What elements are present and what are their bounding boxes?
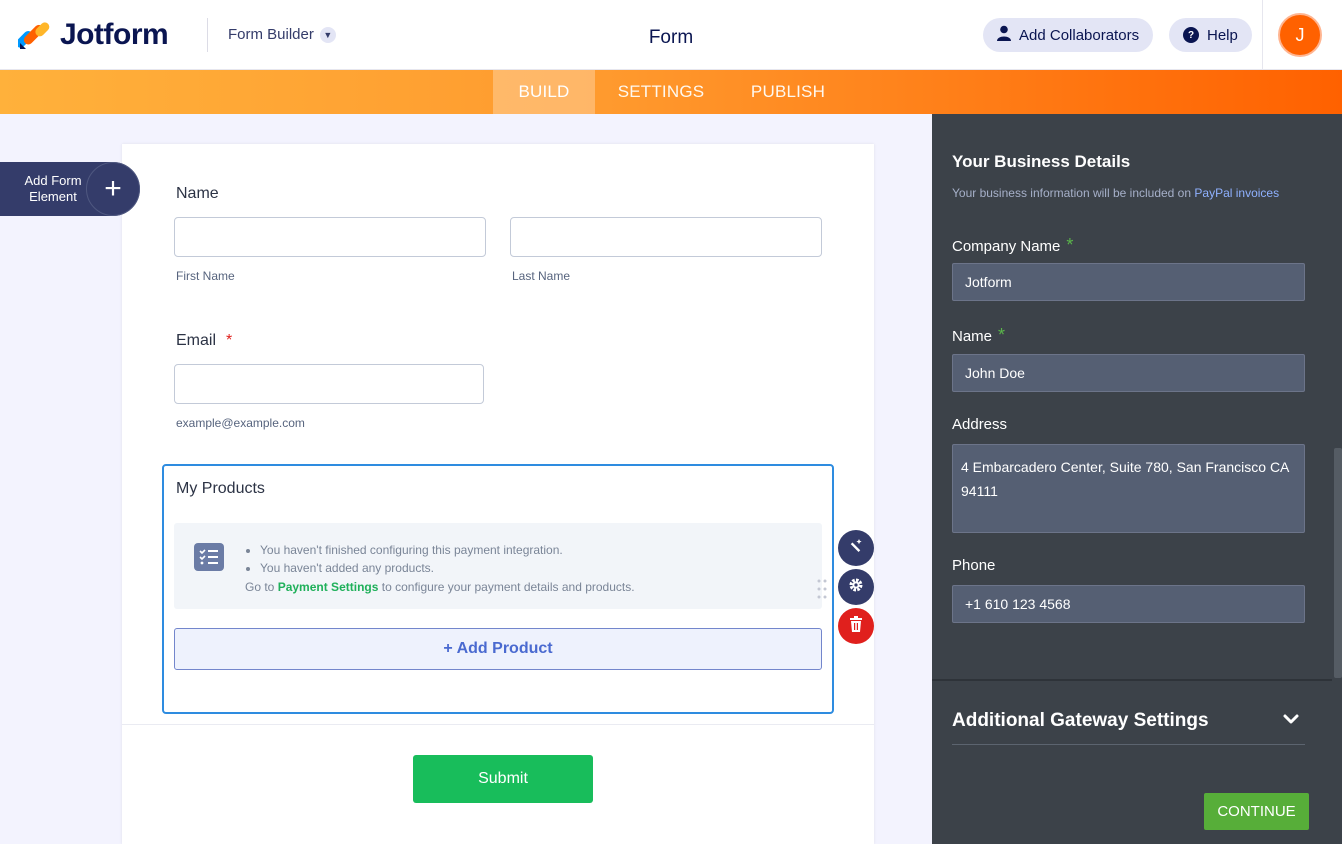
- add-collaborators-button[interactable]: Add Collaborators: [983, 18, 1154, 52]
- email-input[interactable]: [174, 364, 484, 404]
- panel-scrollbar[interactable]: [1332, 114, 1342, 844]
- help-label: Help: [1207, 26, 1238, 44]
- avatar[interactable]: J: [1278, 13, 1322, 57]
- notice-item: You haven't added any products.: [260, 559, 563, 577]
- drag-handle-icon[interactable]: [816, 578, 828, 600]
- required-star-icon: *: [998, 325, 1006, 345]
- form-builder-dropdown[interactable]: Form Builder ▼: [228, 26, 336, 43]
- list-check-icon: [194, 543, 224, 571]
- products-title: My Products: [176, 480, 265, 497]
- continue-button[interactable]: CONTINUE: [1204, 793, 1309, 830]
- phone-label: Phone: [952, 557, 996, 574]
- last-name-input[interactable]: [510, 217, 822, 257]
- add-element-line2: Element: [29, 189, 77, 204]
- panel-divider: [932, 679, 1332, 681]
- address-label: Address: [952, 416, 1008, 433]
- tab-build[interactable]: BUILD: [493, 70, 595, 114]
- submit-button[interactable]: Submit: [413, 755, 593, 803]
- tab-settings[interactable]: SETTINGS: [607, 70, 715, 114]
- scrollbar-thumb[interactable]: [1334, 448, 1342, 678]
- first-name-sublabel: First Name: [176, 269, 235, 283]
- name-label: Name: [176, 185, 219, 202]
- delete-field-button[interactable]: [838, 608, 874, 644]
- jotform-logo-icon: [15, 19, 50, 51]
- gear-icon: [848, 577, 864, 598]
- first-name-input[interactable]: [174, 217, 486, 257]
- email-label-wrap: Email *: [176, 332, 232, 350]
- company-name-label: Company Name: [952, 238, 1061, 255]
- add-form-element-button[interactable]: Add Form Element +: [0, 162, 140, 216]
- field-settings-button[interactable]: [838, 569, 874, 605]
- payment-settings-link[interactable]: Payment Settings: [278, 580, 379, 594]
- jotform-logo[interactable]: Jotform: [15, 18, 169, 52]
- magic-wand-button[interactable]: [838, 530, 874, 566]
- form-canvas: Name First Name Last Name Email * example…: [122, 144, 874, 844]
- user-icon: [997, 25, 1011, 45]
- payment-notice: You haven't finished configuring this pa…: [174, 523, 822, 609]
- email-label: Email: [176, 332, 217, 349]
- question-icon: ?: [1183, 27, 1199, 43]
- header-divider: [207, 18, 208, 52]
- builder-tabs: BUILD SETTINGS PUBLISH: [0, 70, 1342, 114]
- tab-publish[interactable]: PUBLISH: [741, 70, 835, 114]
- notice-list: You haven't finished configuring this pa…: [260, 541, 563, 577]
- gateway-settings-heading[interactable]: Additional Gateway Settings: [952, 710, 1209, 732]
- form-builder-label: Form Builder: [228, 26, 314, 43]
- company-name-input[interactable]: Jotform: [952, 263, 1305, 301]
- email-sublabel: example@example.com: [176, 416, 305, 430]
- chevron-down-icon: ▼: [319, 26, 336, 43]
- add-product-button[interactable]: + Add Product: [174, 628, 822, 670]
- gateway-divider: [952, 744, 1305, 745]
- avatar-divider: [1262, 0, 1263, 70]
- top-header: Jotform Form Builder ▼ Form Add Collabor…: [0, 0, 1342, 70]
- panel-heading: Your Business Details: [952, 152, 1131, 171]
- name-label-wrap: Name *: [952, 325, 1005, 346]
- form-title[interactable]: Form: [649, 27, 693, 48]
- notice-go-suffix: to configure your payment details and pr…: [381, 580, 635, 594]
- panel-subtitle-prefix: Your business information will be includ…: [952, 186, 1192, 200]
- notice-go-prefix: Go to: [245, 580, 275, 594]
- required-asterisk: *: [226, 332, 233, 349]
- notice-item: You haven't finished configuring this pa…: [260, 541, 563, 559]
- app-root: Jotform Form Builder ▼ Form Add Collabor…: [0, 0, 1342, 844]
- last-name-sublabel: Last Name: [512, 269, 571, 283]
- logo-text: Jotform: [60, 18, 169, 51]
- required-star-icon: *: [1066, 235, 1074, 255]
- company-name-label-wrap: Company Name *: [952, 235, 1073, 256]
- phone-input[interactable]: +1 610 123 4568: [952, 585, 1305, 623]
- chevron-down-icon[interactable]: [1282, 710, 1300, 728]
- add-element-line1: Add Form: [24, 173, 82, 188]
- trash-icon: [849, 615, 863, 637]
- my-products-field[interactable]: My Products You haven't finished configu…: [162, 464, 834, 714]
- notice-go-text: Go to Payment Settings to configure your…: [245, 580, 635, 594]
- name-input[interactable]: John Doe: [952, 354, 1305, 392]
- panel-subtitle: Your business information will be includ…: [952, 186, 1279, 200]
- paypal-invoices-link[interactable]: PayPal invoices: [1194, 186, 1279, 200]
- name-field-label: Name: [952, 328, 993, 345]
- add-collaborators-label: Add Collaborators: [1019, 26, 1140, 44]
- plus-icon: +: [86, 162, 140, 216]
- form-divider: [122, 724, 874, 725]
- help-button[interactable]: ? Help: [1169, 18, 1252, 52]
- magic-wand-icon: [848, 538, 864, 559]
- business-details-panel: Your Business Details Your business info…: [932, 114, 1342, 844]
- address-textarea[interactable]: 4 Embarcadero Center, Suite 780, San Fra…: [952, 444, 1305, 533]
